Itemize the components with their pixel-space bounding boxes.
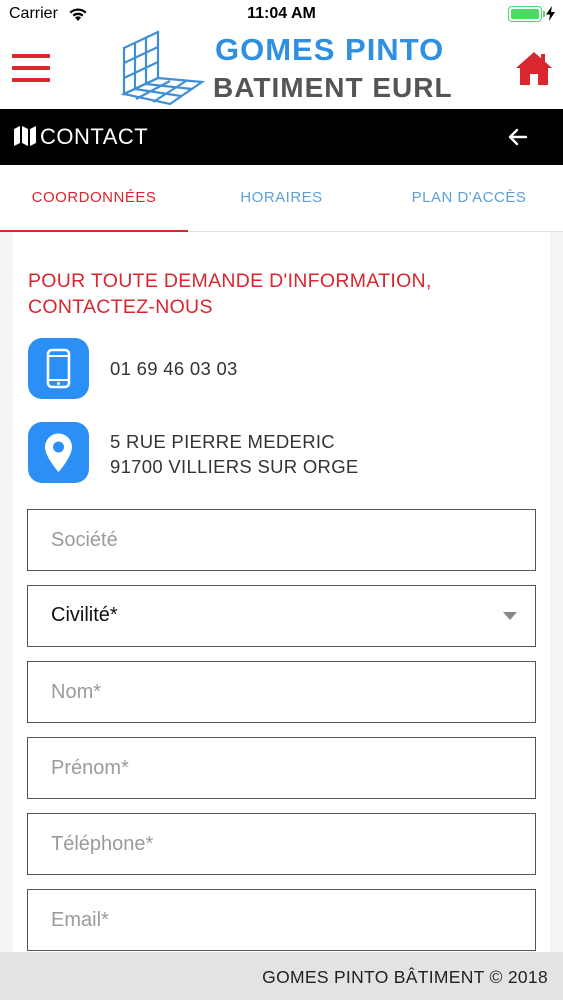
civilite-select[interactable]: Civilité* (27, 585, 536, 647)
societe-input[interactable] (28, 510, 535, 570)
tile-grid-logo-icon (120, 30, 206, 106)
menu-button[interactable] (12, 54, 50, 84)
address-line-1: 5 RUE PIERRE MEDERIC (110, 431, 335, 452)
telephone-input[interactable] (28, 814, 535, 874)
contact-heading: POUR TOUTE DEMANDE D'INFORMATION, CONTAC… (28, 270, 432, 318)
status-bar: Carrier 11:04 AM (0, 0, 563, 30)
arrow-left-icon (508, 128, 528, 146)
email-field[interactable] (27, 889, 536, 951)
prenom-field[interactable] (27, 737, 536, 799)
location-icon-badge (28, 422, 89, 483)
tab-plan-acces[interactable]: PLAN D'ACCÈS (375, 165, 563, 232)
home-button[interactable] (514, 48, 554, 88)
brand-name: GOMES PINTO (215, 32, 445, 67)
copyright-text: GOMES PINTO BÂTIMENT © 2018 (262, 967, 548, 987)
app-header: GOMES PINTO BATIMENT EURL (0, 30, 563, 109)
phone-icon-badge (28, 338, 89, 399)
charging-bolt-icon (546, 6, 555, 26)
hamburger-icon (12, 54, 50, 58)
tab-label: PLAN D'ACCÈS (411, 189, 527, 206)
nom-field[interactable] (27, 661, 536, 723)
location-pin-icon (45, 433, 72, 472)
brand-logo: GOMES PINTO BATIMENT EURL (120, 30, 453, 108)
tab-label: COORDONNÉES (31, 189, 157, 206)
tab-coordonnees[interactable]: COORDONNÉES (0, 165, 188, 233)
map-icon (14, 126, 36, 151)
civilite-selected-value: Civilité* (51, 604, 118, 626)
phone-number[interactable]: 01 69 46 03 03 (110, 356, 238, 381)
app-footer: GOMES PINTO BÂTIMENT © 2018 (0, 952, 563, 1000)
page-titlebar: CONTACT (0, 109, 563, 165)
contact-panel[interactable]: POUR TOUTE DEMANDE D'INFORMATION, CONTAC… (13, 232, 550, 952)
address-line-2: 91700 VILLIERS SUR ORGE (110, 456, 359, 477)
tab-label: HORAIRES (240, 189, 323, 206)
battery-icon (508, 6, 545, 22)
page-title: CONTACT (40, 124, 149, 149)
tab-horaires[interactable]: HORAIRES (188, 165, 375, 232)
brand-subtitle: BATIMENT EURL (213, 72, 453, 103)
nom-input[interactable] (28, 662, 535, 722)
chevron-down-icon (503, 612, 517, 620)
home-icon (516, 52, 552, 85)
prenom-input[interactable] (28, 738, 535, 798)
clock: 11:04 AM (247, 5, 316, 22)
phone-icon (46, 348, 71, 389)
back-button[interactable] (505, 123, 533, 151)
email-input[interactable] (28, 890, 535, 950)
telephone-field[interactable] (27, 813, 536, 875)
tab-bar: COORDONNÉES HORAIRES PLAN D'ACCÈS (0, 165, 563, 233)
societe-field[interactable] (27, 509, 536, 571)
